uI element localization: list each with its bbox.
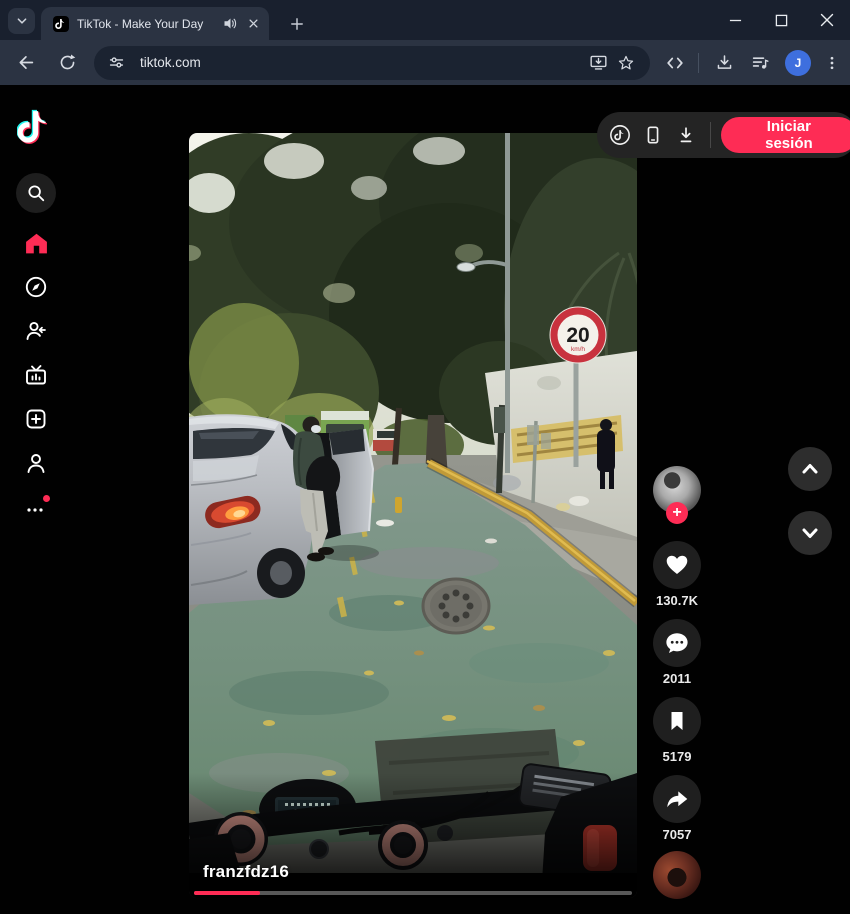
header-actions: Iniciar sesión (597, 112, 850, 158)
compass-icon (25, 276, 47, 298)
share-arrow-icon (667, 791, 688, 808)
tiktok-page: 20 km/h franzfdz16 Iniciar sesión + 130.… (0, 85, 850, 914)
browser-toolbar: tiktok.com J (0, 40, 850, 85)
sidebar (0, 85, 72, 914)
share-button[interactable] (653, 775, 701, 823)
video-progress-fill (194, 891, 260, 895)
comment-count: 2011 (662, 671, 692, 686)
home-icon (25, 233, 47, 253)
user-following-icon (26, 321, 46, 340)
extension-code-icon[interactable] (658, 46, 692, 80)
window-minimize-button[interactable] (712, 0, 758, 40)
browser-profile-avatar[interactable]: J (781, 46, 815, 80)
favorite-count: 5179 (662, 749, 692, 764)
browser-tab[interactable]: TikTok - Make Your Day (41, 7, 269, 40)
sound-disc-avatar[interactable] (653, 851, 701, 899)
heart-icon (666, 555, 688, 574)
plus-square-icon (26, 409, 46, 429)
media-playlist-button[interactable] (743, 46, 777, 80)
chevron-up-icon (802, 464, 818, 474)
address-bar[interactable]: tiktok.com (94, 45, 650, 80)
notification-dot (43, 495, 50, 502)
login-button[interactable]: Iniciar sesión (720, 117, 850, 153)
sidebar-upload-button[interactable] (0, 397, 72, 441)
like-count: 130.7K (656, 593, 698, 608)
tab-audio-icon[interactable] (223, 16, 238, 31)
comment-group: 2011 (637, 619, 717, 686)
tab-close-icon[interactable] (246, 16, 261, 31)
chevron-down-icon (802, 528, 818, 538)
sidebar-search-button[interactable] (0, 165, 72, 221)
video-frame-street-scene: 20 km/h (189, 133, 637, 898)
next-video-button[interactable] (788, 511, 832, 555)
sidebar-live-button[interactable] (0, 353, 72, 397)
previous-video-button[interactable] (788, 447, 832, 491)
downloads-button[interactable] (707, 46, 741, 80)
chevron-down-icon (17, 18, 26, 24)
install-app-icon[interactable] (584, 49, 612, 77)
window-controls (712, 0, 850, 40)
video-player[interactable]: 20 km/h franzfdz16 (189, 133, 637, 898)
like-button[interactable] (653, 541, 701, 589)
like-group: 130.7K (637, 541, 717, 608)
browser-titlebar: TikTok - Make Your Day (0, 0, 850, 40)
favorite-group: 5179 (637, 697, 717, 764)
follow-plus-button[interactable]: + (666, 502, 688, 524)
sidebar-explore-button[interactable] (0, 265, 72, 309)
comment-icon (666, 633, 688, 653)
tab-search-button[interactable] (8, 8, 35, 34)
get-coins-icon[interactable] (607, 121, 634, 149)
reload-button[interactable] (50, 46, 84, 80)
sound-group (637, 851, 717, 899)
bookmark-icon (671, 712, 683, 730)
comment-button[interactable] (653, 619, 701, 667)
sidebar-home-button[interactable] (0, 221, 72, 265)
video-username[interactable]: franzfdz16 (203, 862, 289, 882)
speed-limit-units: km/h (571, 346, 585, 353)
favorite-button[interactable] (653, 697, 701, 745)
tiktok-favicon (53, 15, 69, 32)
search-icon (28, 185, 45, 202)
person-icon (27, 454, 45, 473)
video-progress-bar[interactable] (194, 891, 632, 895)
action-rail: + 130.7K 2011 5179 7057 (637, 85, 717, 914)
sidebar-profile-button[interactable] (0, 441, 72, 485)
share-group: 7057 (637, 775, 717, 842)
window-close-button[interactable] (804, 0, 850, 40)
sidebar-more-button[interactable] (0, 485, 72, 525)
url-text[interactable]: tiktok.com (140, 55, 584, 70)
back-button[interactable] (8, 46, 42, 80)
speed-limit-value: 20 (566, 324, 589, 347)
new-tab-button[interactable] (283, 10, 311, 38)
sidebar-following-button[interactable] (0, 309, 72, 353)
tab-title: TikTok - Make Your Day (77, 16, 204, 31)
live-tv-icon (26, 365, 46, 385)
share-count: 7057 (662, 827, 692, 842)
tiktok-logo[interactable] (0, 89, 72, 165)
toolbar-separator (698, 52, 699, 73)
browser-menu-button[interactable] (815, 46, 849, 80)
site-settings-icon[interactable] (102, 49, 130, 77)
creator-avatar-group[interactable]: + (637, 466, 717, 524)
bookmark-star-icon[interactable] (612, 49, 640, 77)
window-maximize-button[interactable] (758, 0, 804, 40)
